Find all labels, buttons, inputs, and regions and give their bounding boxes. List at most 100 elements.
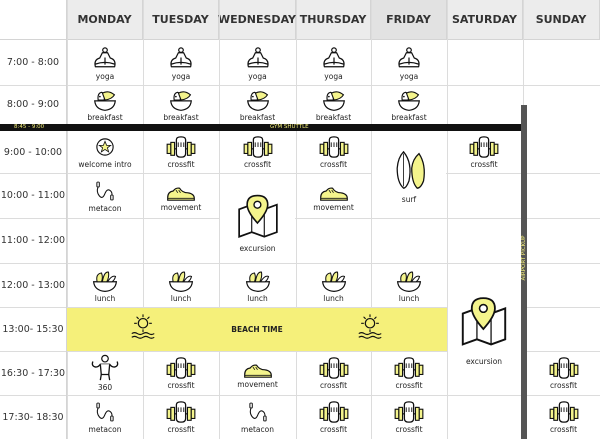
- time-label: 10:00 - 11:00: [0, 173, 67, 218]
- activity-label: yoga: [248, 71, 267, 81]
- activity-label: surf: [401, 194, 417, 204]
- airport-pickup-label: AIRPORT PICKUP: [521, 235, 527, 281]
- breakfast-bowl-icon: [246, 90, 269, 111]
- yoga-icon: [246, 46, 269, 67]
- gym-shuttle-bar: 8:45 - 9:00 GYM SHUTTLE: [0, 124, 524, 131]
- crossfit-icon: [549, 401, 578, 423]
- activity-label: crossfit: [395, 381, 423, 390]
- time-label: 17:30- 18:30: [0, 395, 67, 439]
- breakfast-bowl-icon: [170, 90, 192, 111]
- cell-thursday-crossfit-eve: crossfit: [296, 395, 371, 439]
- gym-shuttle-label: GYM SHUTTLE: [270, 124, 309, 130]
- day-header-sunday: SUNDAY: [523, 0, 600, 40]
- cell-monday-metacon-pm: metacon: [67, 395, 143, 439]
- cell-sunday-crossfit-pm: crossfit: [527, 351, 600, 395]
- time-label: 13:00- 15:30: [0, 307, 67, 351]
- surfboard-icon: [396, 150, 425, 189]
- cell-wednesday-yoga: yoga: [219, 40, 296, 85]
- crossfit-icon: [394, 357, 424, 379]
- activity-label: crossfit: [167, 381, 195, 390]
- day-header-monday: MONDAY: [67, 0, 143, 40]
- map-pin-icon: [237, 194, 278, 238]
- cell-thursday-movement: movement: [296, 173, 371, 218]
- activity-label: breakfast: [315, 112, 352, 122]
- time-label: 16:30 - 17:30: [0, 351, 67, 395]
- activity-label: breakfast: [87, 112, 123, 122]
- activity-label: crossfit: [167, 160, 195, 169]
- activity-label: lunch: [247, 294, 268, 303]
- crossfit-icon: [394, 401, 424, 423]
- cell-wednesday-excursion: excursion: [219, 180, 296, 264]
- day-header-saturday: SATURDAY: [447, 0, 523, 40]
- time-label: 7:00 - 8:00: [0, 40, 67, 85]
- cell-tuesday-crossfit: crossfit: [143, 131, 219, 173]
- cell-friday-surf: surf: [371, 131, 447, 218]
- cell-wednesday-metacon-eve: metacon: [219, 395, 296, 439]
- sneaker-icon: [319, 186, 348, 201]
- activity-label: crossfit: [319, 425, 348, 434]
- timetable: MONDAY TUESDAY WEDNESDAY THURSDAY FRIDAY…: [0, 0, 600, 439]
- cell-wednesday-lunch: lunch: [219, 263, 296, 307]
- breakfast-bowl-icon: [94, 90, 116, 111]
- activity-label: crossfit: [470, 160, 498, 169]
- crossfit-icon: [469, 136, 499, 158]
- cell-monday-lunch: lunch: [67, 263, 143, 307]
- activity-label: 360: [97, 383, 113, 392]
- activity-label: crossfit: [549, 425, 578, 434]
- salad-bowl-icon: [321, 271, 346, 292]
- activity-label: crossfit: [319, 381, 348, 390]
- cell-monday-360: 360: [67, 351, 143, 395]
- cell-tuesday-lunch: lunch: [143, 263, 219, 307]
- day-header-tuesday: TUESDAY: [143, 0, 219, 40]
- cell-thursday-breakfast: breakfast: [296, 85, 371, 124]
- cell-tuesday-crossfit-pm: crossfit: [143, 351, 219, 395]
- crossfit-icon: [549, 357, 578, 379]
- activity-label: yoga: [95, 71, 115, 81]
- crossfit-icon: [166, 357, 196, 379]
- cell-friday-yoga: yoga: [371, 40, 447, 85]
- salad-bowl-icon: [93, 271, 117, 292]
- map-pin-icon: [461, 296, 507, 345]
- activity-label: yoga: [324, 71, 343, 81]
- time-label: 12:00 - 13:00: [0, 263, 67, 307]
- activity-label: welcome intro: [78, 160, 132, 169]
- day-header-friday: FRIDAY: [371, 0, 447, 40]
- activity-label: breakfast: [239, 112, 276, 122]
- corner-cell: [0, 0, 67, 40]
- salad-bowl-icon: [397, 271, 421, 292]
- activity-label: yoga: [399, 71, 419, 81]
- cell-wednesday-movement: movement: [219, 351, 296, 395]
- activity-label: crossfit: [167, 425, 195, 434]
- salad-bowl-icon: [245, 271, 270, 292]
- activity-label: crossfit: [243, 160, 272, 169]
- activity-label: breakfast: [391, 112, 427, 122]
- activity-label: lunch: [170, 294, 192, 303]
- cell-tuesday-crossfit-eve: crossfit: [143, 395, 219, 439]
- star-badge-icon: [96, 138, 114, 156]
- breakfast-bowl-icon: [322, 90, 345, 111]
- crossfit-icon: [166, 401, 196, 423]
- cell-wednesday-breakfast: breakfast: [219, 85, 296, 124]
- cell-saturday-excursion: excursion: [447, 263, 521, 395]
- cell-tuesday-breakfast: breakfast: [143, 85, 219, 124]
- activity-label: movement: [237, 380, 278, 389]
- jump-rope-icon: [96, 402, 114, 422]
- time-label: 11:00 - 12:00: [0, 218, 67, 263]
- gym-shuttle-time: 8:45 - 9:00: [14, 124, 45, 130]
- beach-time-band: BEACH TIME: [67, 308, 447, 351]
- beach-time-label: BEACH TIME: [231, 325, 283, 334]
- activity-label: breakfast: [163, 112, 199, 122]
- yoga-icon: [398, 46, 420, 67]
- cell-wednesday-crossfit: crossfit: [219, 131, 296, 173]
- crossfit-icon: [166, 136, 196, 158]
- cell-monday-welcome: welcome intro: [67, 131, 143, 173]
- cell-thursday-lunch: lunch: [296, 263, 371, 307]
- jump-rope-icon: [96, 181, 114, 200]
- cell-tuesday-movement: movement: [143, 173, 219, 218]
- activity-label: lunch: [323, 294, 344, 303]
- yoga-icon: [94, 46, 116, 67]
- cell-friday-crossfit-eve: crossfit: [371, 395, 447, 439]
- cell-thursday-crossfit-pm: crossfit: [296, 351, 371, 395]
- activity-label: crossfit: [319, 160, 348, 169]
- salad-bowl-icon: [169, 271, 193, 292]
